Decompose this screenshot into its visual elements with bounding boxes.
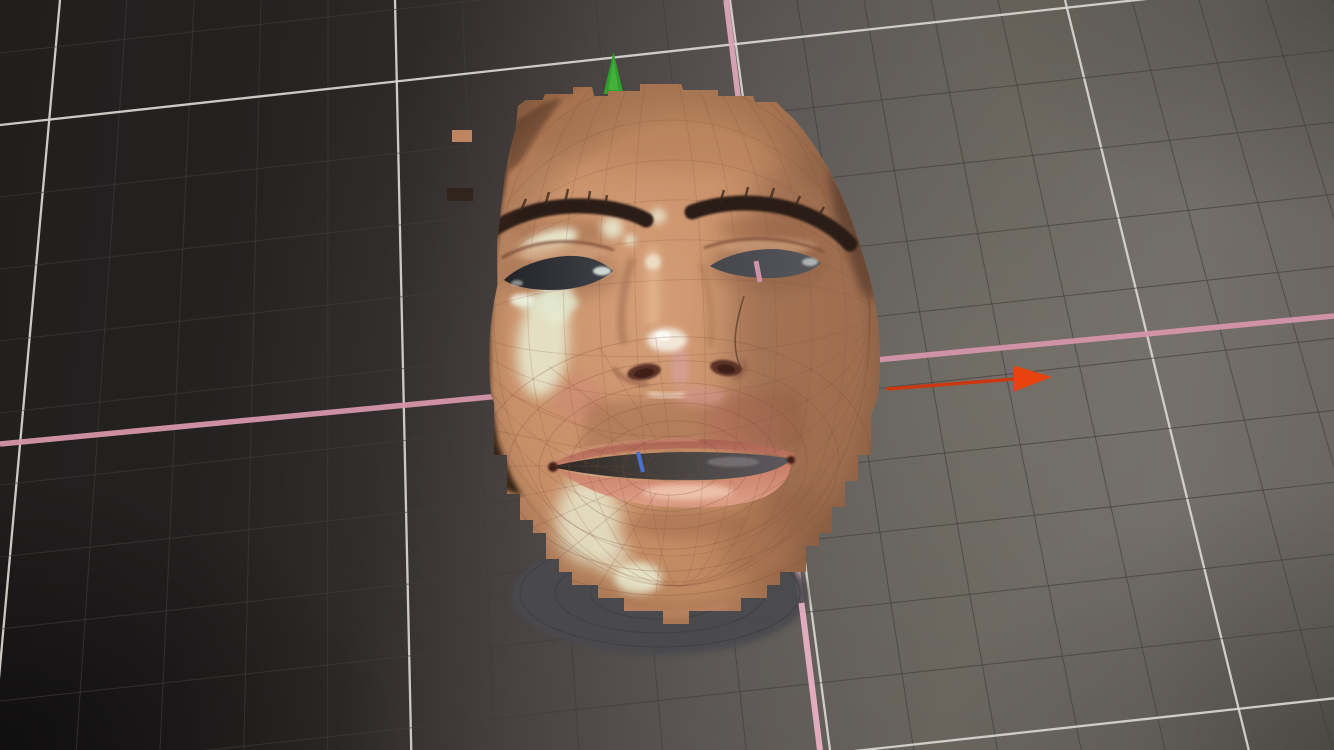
y-axis-line-near bbox=[802, 603, 821, 750]
mesh-fragment bbox=[452, 130, 472, 142]
grid-minor-line bbox=[244, 0, 261, 750]
scene-canvas bbox=[0, 0, 1334, 750]
grid-minor-line bbox=[1266, 0, 1334, 750]
grid-minor-line bbox=[160, 0, 194, 750]
grid-major-line bbox=[0, 0, 60, 750]
grid-major-line bbox=[0, 698, 1334, 750]
grid-minor-line bbox=[328, 0, 329, 750]
grid-major-line bbox=[1065, 0, 1249, 750]
grid-minor-line bbox=[931, 0, 1081, 750]
grid-minor-line bbox=[1199, 0, 1334, 750]
mesh-fragment bbox=[447, 188, 473, 201]
grid-minor-line bbox=[864, 0, 998, 750]
face-rim-shade bbox=[455, 60, 915, 660]
viewport-3d[interactable] bbox=[0, 0, 1334, 750]
y-axis-near-segment bbox=[802, 603, 821, 750]
face-scan-mesh[interactable] bbox=[420, 43, 999, 690]
grid-major-line bbox=[395, 0, 411, 750]
